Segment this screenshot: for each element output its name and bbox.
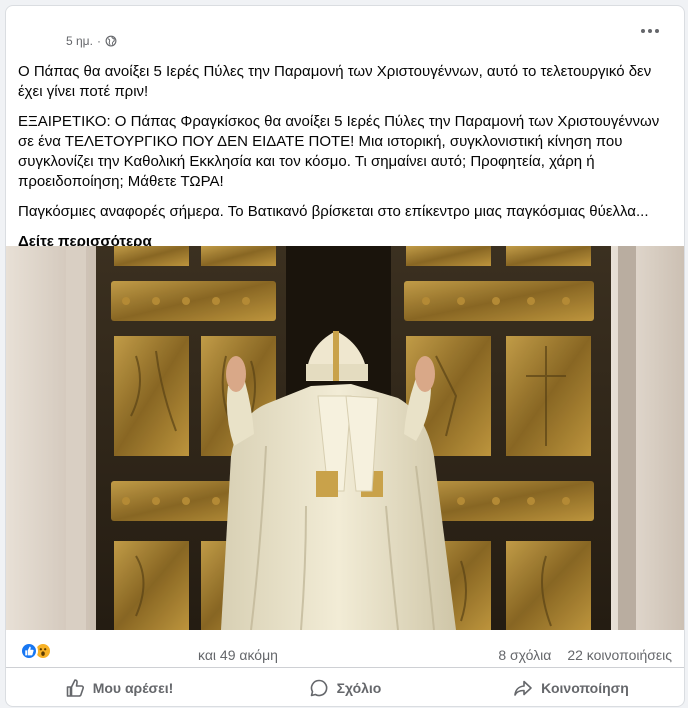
- pope-at-holy-door-image: [6, 246, 684, 630]
- post-text-body: ΕΞΑΙΡΕΤΙΚΟ: Ο Πάπας Φραγκίσκος θα ανοίξε…: [18, 113, 660, 190]
- comment-button[interactable]: Σχόλιο: [232, 669, 458, 706]
- post-timestamp[interactable]: 5 ημ.: [66, 34, 93, 48]
- post-meta: 5 ημ. ·: [66, 34, 117, 48]
- comment-icon: [310, 679, 328, 697]
- post-stats: και 49 ακόμη 8 σχόλια 22 κοινοποιήσεις: [6, 632, 684, 668]
- reactions-others-count[interactable]: και 49 ακόμη: [198, 647, 278, 663]
- reactions-summary[interactable]: [20, 642, 52, 660]
- shares-count[interactable]: 22 κοινοποιήσεις: [567, 647, 672, 663]
- post-actions: Μου αρέσει! Σχόλιο Κοινοποίηση: [6, 669, 684, 706]
- post-text: Ο Πάπας θα ανοίξει 5 Ιερές Πύλες την Παρ…: [18, 62, 674, 252]
- comment-button-label: Σχόλιο: [336, 680, 382, 696]
- meta-separator: ·: [96, 34, 101, 48]
- more-options-icon[interactable]: [638, 24, 662, 38]
- engagement-counts: 8 σχόλια 22 κοινοποιήσεις: [498, 647, 672, 663]
- share-icon: [514, 680, 532, 696]
- thumbs-up-icon: [66, 679, 84, 697]
- facebook-post: 5 ημ. · Ο Πάπας θα ανοίξει 5 Ιερές Πύλες…: [5, 5, 685, 707]
- like-button-label: Μου αρέσει!: [92, 680, 174, 696]
- share-button-label: Κοινοποίηση: [541, 680, 629, 696]
- post-text-teaser: Παγκόσμιες αναφορές σήμερα. Το Βατικανό …: [18, 203, 649, 220]
- like-reaction-icon: [20, 642, 38, 660]
- post-header: 5 ημ. ·: [6, 6, 684, 60]
- post-text-headline: Ο Πάπας θα ανοίξει 5 Ιερές Πύλες την Παρ…: [18, 63, 652, 100]
- post-image[interactable]: [6, 246, 684, 630]
- share-button[interactable]: Κοινοποίηση: [458, 669, 684, 706]
- like-button[interactable]: Μου αρέσει!: [6, 669, 232, 706]
- comments-count[interactable]: 8 σχόλια: [498, 647, 551, 663]
- globe-icon: [105, 35, 117, 47]
